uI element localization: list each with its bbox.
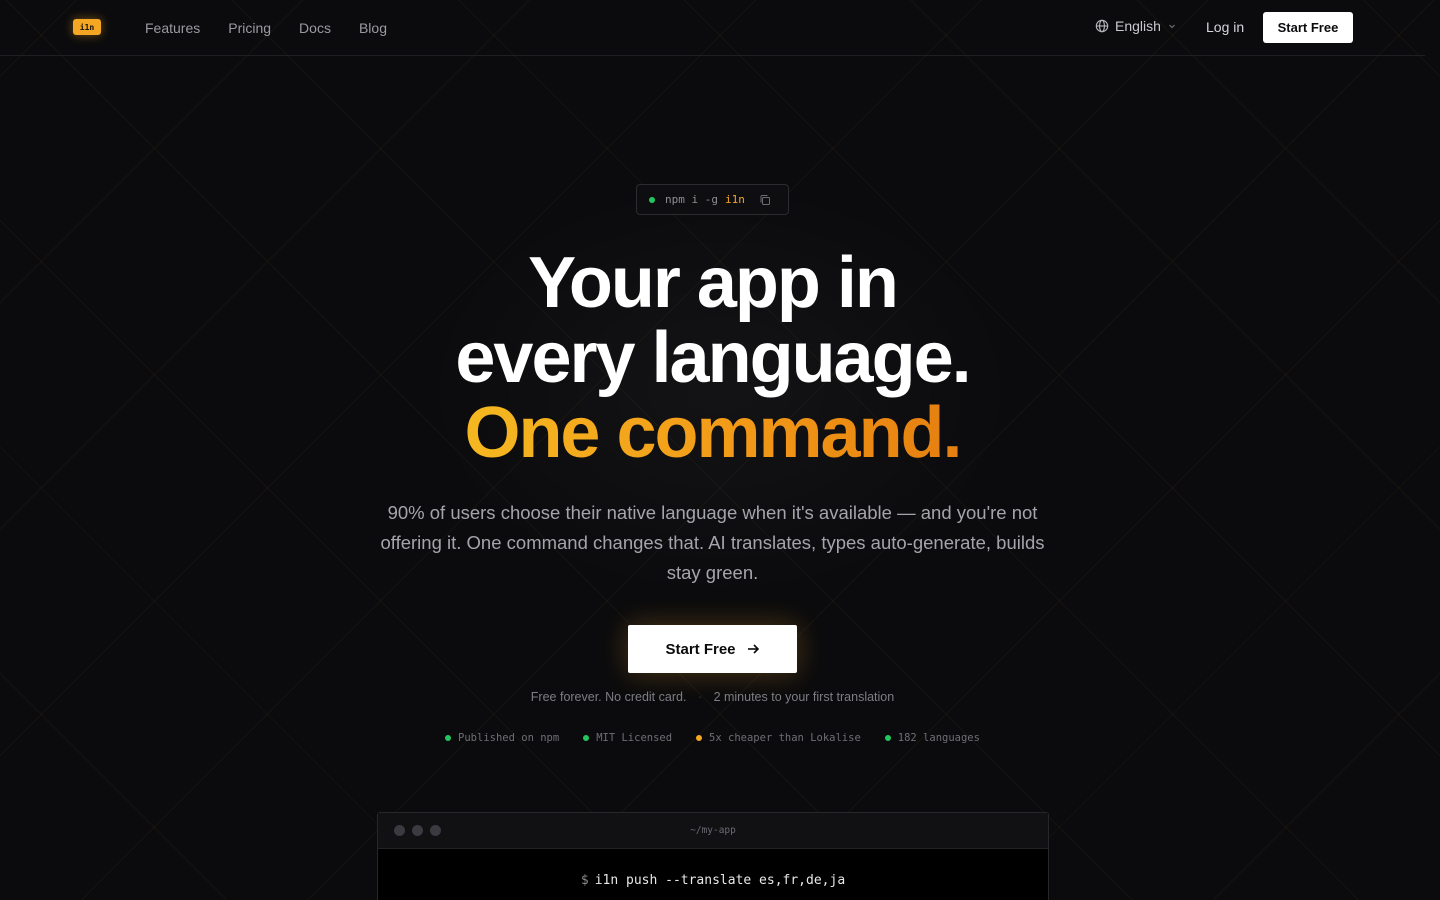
logo[interactable]: i1n bbox=[73, 19, 101, 35]
headline-line-3: One command. bbox=[464, 393, 962, 473]
install-command: npm i -g bbox=[665, 193, 718, 206]
language-label: English bbox=[1115, 18, 1161, 34]
badge-dot bbox=[583, 735, 590, 741]
login-link[interactable]: Log in bbox=[1206, 19, 1244, 35]
start-free-nav-button[interactable]: Start Free bbox=[1263, 12, 1353, 43]
headline-line-2: every language. bbox=[455, 318, 971, 398]
terminal-title: ~/my-app bbox=[690, 825, 736, 836]
terminal-command-line: $ i1n push --translate es,fr,de,ja bbox=[378, 873, 1048, 888]
badge-price: 5x cheaper than Lokalise bbox=[696, 732, 861, 744]
note-time: 2 minutes to your first translation bbox=[713, 690, 895, 704]
note-free: Free forever. No credit card. bbox=[530, 690, 687, 704]
headline-line-1: Your app in bbox=[528, 243, 899, 323]
globe-icon bbox=[1095, 19, 1109, 33]
hero-headline: Your app in every language. One command. bbox=[0, 246, 1425, 471]
badge-dot bbox=[884, 735, 891, 741]
badge-label: 5x cheaper than Lokalise bbox=[709, 732, 861, 744]
hero-subtitle: 90% of users choose their native languag… bbox=[380, 502, 1045, 583]
chevron-down-icon bbox=[1168, 24, 1175, 29]
hero-note: Free forever. No credit card. · 2 minute… bbox=[0, 690, 1425, 704]
top-navbar: i1n Features Pricing Docs Blog English L… bbox=[0, 0, 1425, 56]
install-command-pill[interactable]: npm i -g i1n bbox=[636, 184, 789, 215]
badge-mit: MIT Licensed bbox=[583, 732, 672, 744]
trust-badges: Published on npm MIT Licensed 5x cheaper… bbox=[0, 732, 1425, 744]
badge-label: Published on npm bbox=[458, 732, 560, 744]
note-separator: · bbox=[697, 690, 703, 704]
nav-link-features[interactable]: Features bbox=[145, 20, 200, 36]
nav-link-blog[interactable]: Blog bbox=[359, 20, 387, 36]
nav-link-docs[interactable]: Docs bbox=[299, 20, 331, 36]
badge-label: 182 languages bbox=[897, 732, 980, 744]
nav-link-pricing[interactable]: Pricing bbox=[228, 20, 271, 36]
terminal-command: i1n push --translate es,fr,de,ja bbox=[594, 873, 846, 888]
terminal-prompt: $ bbox=[580, 873, 589, 888]
arrow-right-icon bbox=[747, 644, 759, 654]
badge-label: MIT Licensed bbox=[596, 732, 673, 744]
cta-label: Start Free bbox=[665, 640, 736, 658]
install-package: i1n bbox=[724, 193, 745, 206]
badge-dot bbox=[696, 735, 703, 741]
badge-npm: Published on npm bbox=[445, 732, 559, 744]
copy-icon[interactable] bbox=[759, 194, 771, 206]
badge-dot bbox=[445, 735, 452, 741]
badge-languages: 182 languages bbox=[884, 732, 980, 744]
status-dot bbox=[649, 196, 655, 203]
nav-links: Features Pricing Docs Blog bbox=[145, 0, 415, 56]
start-free-cta-button[interactable]: Start Free bbox=[628, 625, 797, 673]
terminal-window: ~/my-app $ i1n push --translate es,fr,de,… bbox=[377, 812, 1049, 900]
language-selector[interactable]: English bbox=[1095, 18, 1177, 34]
terminal-titlebar: ~/my-app bbox=[378, 813, 1048, 849]
